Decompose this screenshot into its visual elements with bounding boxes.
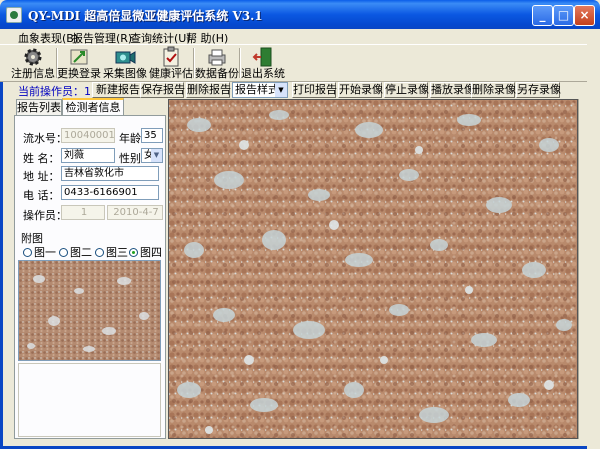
phone-label: 电 话： bbox=[23, 189, 60, 202]
health-assessment-label: 健康评估 bbox=[149, 67, 193, 80]
image-scrollbar[interactable] bbox=[578, 99, 587, 439]
address-field[interactable]: 吉林省敦化市 bbox=[61, 166, 159, 181]
thumbnail-image[interactable] bbox=[18, 260, 161, 361]
data-backup-label: 数据备份 bbox=[195, 67, 239, 80]
gender-select[interactable]: 女 ▼ bbox=[141, 148, 163, 163]
capture-image-button[interactable]: 采集图像 bbox=[102, 45, 148, 82]
radio-image-1[interactable]: 图一 bbox=[23, 244, 56, 260]
delete-recording-button[interactable]: 删除录像 bbox=[471, 82, 516, 98]
operator-field[interactable]: 1 bbox=[61, 205, 105, 220]
subject-info-panel: 流水号： 10040001 年龄： 35 姓 名： 刘薇 性别： 女 ▼ 地 址… bbox=[14, 115, 166, 439]
register-info-button[interactable]: 注册信息 bbox=[10, 45, 56, 82]
print-report-button[interactable]: 打印报告 bbox=[292, 82, 337, 98]
blood-cell-thumbnail bbox=[19, 261, 160, 360]
capture-image-label: 采集图像 bbox=[103, 67, 147, 80]
radio-image-3-label: 图三 bbox=[106, 246, 128, 259]
current-operator: 当前操作员：1 bbox=[18, 85, 91, 98]
toolbar: 注册信息 更换登录 采集图像 健康评估 数据备份 退出系统 bbox=[0, 44, 600, 82]
save-recording-as-button[interactable]: 另存录像 bbox=[516, 82, 561, 98]
radio-dot bbox=[23, 248, 32, 257]
radio-image-3[interactable]: 图三 bbox=[95, 244, 128, 260]
address-label: 地 址： bbox=[23, 170, 60, 183]
printer-backup-icon bbox=[208, 49, 226, 66]
date-field[interactable]: 2010-4-7 bbox=[107, 205, 163, 220]
report-action-bar: 当前操作员：1 新建报告 保存报告 删除报告 报告样式一 ▼ 打印报告 开始录像… bbox=[0, 82, 600, 98]
name-label: 姓 名： bbox=[23, 152, 60, 165]
delete-report-button[interactable]: 删除报告 bbox=[186, 82, 231, 98]
gear-icon bbox=[24, 48, 42, 66]
save-report-button[interactable]: 保存报告 bbox=[140, 82, 185, 98]
left-panel: 报告列表 检测者信息 流水号： 10040001 年龄： 35 姓 名： 刘薇 … bbox=[14, 98, 166, 439]
health-assessment-button[interactable]: 健康评估 bbox=[148, 45, 194, 82]
exit-system-button[interactable]: 退出系统 bbox=[240, 45, 286, 82]
maximize-button[interactable]: □ bbox=[553, 5, 574, 26]
app-icon[interactable] bbox=[6, 7, 22, 23]
user-switch-icon bbox=[70, 49, 88, 65]
radio-image-2-label: 图二 bbox=[70, 246, 92, 259]
name-field[interactable]: 刘薇 bbox=[61, 148, 115, 163]
stop-recording-button[interactable]: 停止录像 bbox=[384, 82, 429, 98]
switch-login-button[interactable]: 更换登录 bbox=[56, 45, 102, 82]
radio-image-1-label: 图一 bbox=[34, 246, 56, 259]
phone-field[interactable]: 0433-6166901 bbox=[61, 185, 159, 200]
radio-image-4-label: 图四 bbox=[140, 246, 162, 259]
camera-icon bbox=[115, 51, 136, 64]
exit-system-label: 退出系统 bbox=[241, 67, 285, 80]
age-field[interactable]: 35 bbox=[141, 128, 163, 143]
minimize-button[interactable]: _ bbox=[532, 5, 553, 26]
tab-report-list[interactable]: 报告列表 bbox=[16, 99, 62, 115]
thumbnail-placeholder-box bbox=[18, 363, 161, 437]
data-backup-button[interactable]: 数据备份 bbox=[194, 45, 240, 82]
exit-door-icon bbox=[252, 47, 272, 67]
attached-image-selector: 图一 图二 图三 图四 bbox=[23, 244, 163, 260]
tab-subject-info[interactable]: 检测者信息 bbox=[62, 98, 124, 116]
chevron-down-icon: ▼ bbox=[275, 83, 287, 97]
right-gutter bbox=[587, 44, 600, 449]
radio-dot-selected bbox=[129, 248, 138, 257]
chevron-down-icon: ▼ bbox=[151, 149, 162, 162]
switch-login-label: 更换登录 bbox=[57, 67, 101, 80]
title-bar[interactable]: QY-MDI 超高倍显微亚健康评估系统 V3.1 _ □ × bbox=[0, 0, 600, 29]
radio-dot bbox=[95, 248, 104, 257]
window-title: QY-MDI 超高倍显微亚健康评估系统 V3.1 bbox=[28, 9, 263, 23]
register-info-label: 注册信息 bbox=[11, 67, 55, 80]
serial-field[interactable]: 10040001 bbox=[61, 128, 115, 143]
start-recording-button[interactable]: 开始录像 bbox=[338, 82, 383, 98]
radio-image-2[interactable]: 图二 bbox=[59, 244, 92, 260]
clipboard-check-icon bbox=[163, 46, 179, 67]
radio-dot bbox=[59, 248, 68, 257]
report-template-select[interactable]: 报告样式一 ▼ bbox=[232, 82, 288, 98]
play-recording-button[interactable]: 播放录像 bbox=[430, 82, 475, 98]
new-report-button[interactable]: 新建报告 bbox=[92, 82, 144, 98]
radio-image-4[interactable]: 图四 bbox=[129, 244, 162, 260]
menu-bar: 血象表现(B) 报告管理(R) 查询统计(U) 帮 助(H) bbox=[0, 29, 600, 45]
blood-cell-image bbox=[169, 100, 577, 438]
microscope-image-view[interactable] bbox=[168, 99, 578, 439]
close-button[interactable]: × bbox=[574, 5, 595, 26]
